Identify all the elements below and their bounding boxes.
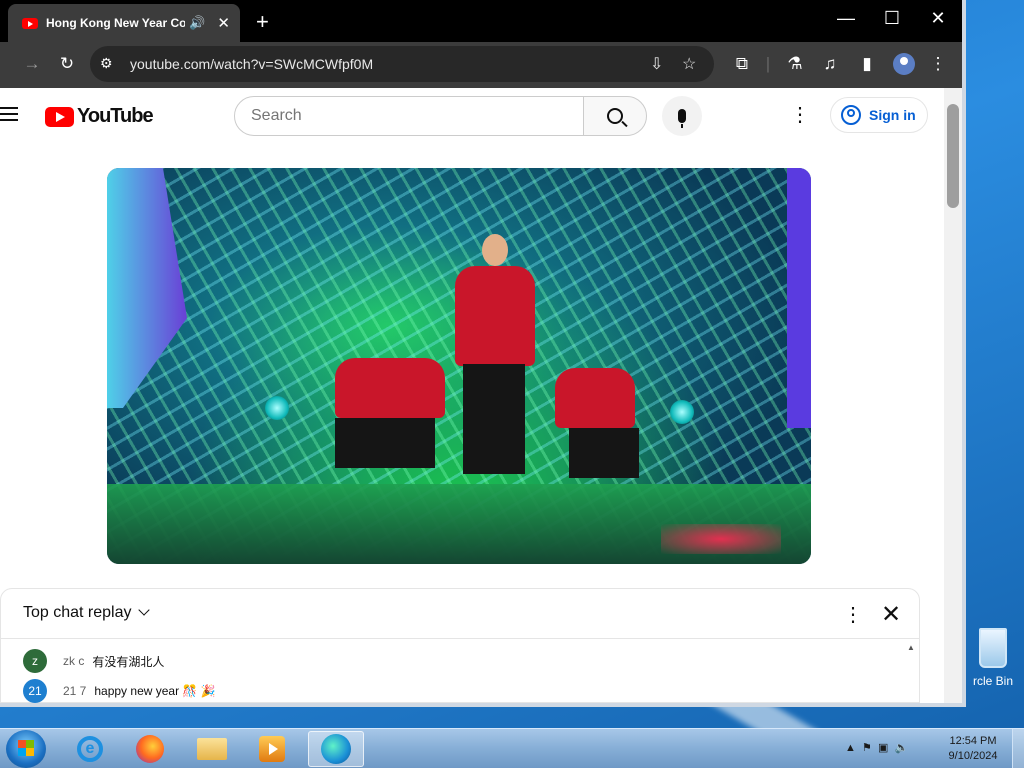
account-icon <box>841 105 861 125</box>
chat-header: Top chat replay ⋮ ✕ <box>1 589 919 639</box>
live-chat-panel: Top chat replay ⋮ ✕ ▲ z zk c 有没有湖北人 21 2… <box>0 588 920 703</box>
extensions-icon[interactable]: ⧉ <box>730 54 754 74</box>
clock-date: 9/10/2024 <box>948 750 998 762</box>
maximize-button[interactable]: ☐ <box>872 8 912 29</box>
labs-flask-icon[interactable]: ⚗ <box>783 54 807 74</box>
reload-button[interactable]: ↻ <box>55 54 79 74</box>
taskbar-clock[interactable]: 12:54 PM 9/10/2024 <box>942 734 1004 764</box>
recycle-bin-icon[interactable] <box>979 628 1007 668</box>
chat-message: z zk c 有没有湖北人 <box>23 649 164 673</box>
tab-youtube[interactable]: Hong Kong New Year Cour 🔊 ✕ <box>8 4 240 42</box>
new-tab-button[interactable]: + <box>256 9 269 35</box>
media-control-icon[interactable]: ♫ <box>818 54 842 74</box>
action-center-flag-icon[interactable]: ⚑ <box>862 742 872 754</box>
browser-window: Hong Kong New Year Cour 🔊 ✕ + — ☐ ✕ → ↻ … <box>0 0 966 707</box>
chat-scroll-up-icon[interactable]: ▲ <box>907 643 915 652</box>
taskbar-media-player[interactable] <box>244 731 300 767</box>
browser-toolbar: → ↻ ⚙ youtube.com/watch?v=SWcMCWfpf0M ⇩ … <box>0 42 962 88</box>
search-input[interactable] <box>234 96 584 136</box>
tab-title: Hong Kong New Year Cour <box>46 16 186 30</box>
browser-menu-icon[interactable]: ⋮ <box>926 54 950 74</box>
toolbar-divider: | <box>765 54 771 73</box>
sign-in-button[interactable]: Sign in <box>830 97 928 133</box>
chat-mode-label: Top chat replay <box>23 604 132 621</box>
sign-in-label: Sign in <box>869 107 916 123</box>
chat-avatar: z <box>23 649 47 673</box>
guide-menu-icon[interactable] <box>0 107 18 121</box>
search-button[interactable] <box>583 96 647 136</box>
recycle-bin-label: rcle Bin <box>972 674 1013 688</box>
dancer-left-legs <box>335 418 435 468</box>
search-icon <box>607 108 623 124</box>
chat-mode-dropdown[interactable]: Top chat replay <box>23 604 150 622</box>
profile-avatar-icon[interactable] <box>893 53 915 75</box>
settings-menu-icon[interactable]: ⋮ <box>790 102 810 127</box>
chat-message: 21 21 7 happy new year 🎊 🎉 <box>23 679 216 703</box>
chat-author: zk c <box>63 654 85 668</box>
clock-time: 12:54 PM <box>949 735 997 747</box>
voice-search-button[interactable] <box>662 96 702 136</box>
close-chat-icon[interactable]: ✕ <box>881 600 901 629</box>
chevron-down-icon <box>137 604 150 616</box>
bookmark-star-icon[interactable]: ☆ <box>682 54 696 74</box>
video-stage-panel-right <box>787 168 811 428</box>
youtube-masthead: YouTube ⋮ Sign in <box>0 88 944 144</box>
internet-explorer-icon: e <box>77 736 103 762</box>
dancer-right <box>555 368 635 428</box>
performer-center <box>455 266 535 366</box>
start-button[interactable] <box>6 730 46 768</box>
address-bar[interactable]: ⚙ youtube.com/watch?v=SWcMCWfpf0M ⇩ ☆ <box>90 46 714 82</box>
taskbar: e ▲ ⚑ ▣ 🔈 12:54 PM 9/10/2024 <box>0 728 1024 768</box>
taskbar-internet-explorer[interactable]: e <box>62 731 118 767</box>
side-panel-icon[interactable]: ▮ <box>855 54 879 74</box>
edge-icon <box>321 734 351 764</box>
video-red-glow <box>661 524 781 554</box>
show-desktop-button[interactable] <box>1012 729 1024 768</box>
microphone-icon <box>678 109 686 128</box>
video-player[interactable] <box>107 168 811 564</box>
chat-author: 21 7 <box>63 684 87 698</box>
volume-muted-icon[interactable]: 🔈 <box>895 742 909 754</box>
dancer-left <box>335 358 445 418</box>
youtube-page: YouTube ⋮ Sign in <box>0 88 944 703</box>
youtube-logo[interactable]: YouTube <box>45 105 154 128</box>
media-player-icon <box>259 736 285 762</box>
network-icon[interactable]: ▣ <box>878 742 888 754</box>
youtube-play-logo-icon <box>45 106 74 127</box>
chat-text: 有没有湖北人 <box>92 654 165 669</box>
site-info-icon[interactable]: ⚙ <box>100 55 113 72</box>
stage-light <box>265 396 289 420</box>
minimize-button[interactable]: — <box>826 8 866 29</box>
youtube-logo-text: YouTube <box>77 105 154 127</box>
show-hidden-icons-icon[interactable]: ▲ <box>845 742 856 754</box>
performer-legs <box>463 364 525 474</box>
system-tray[interactable]: ▲ ⚑ ▣ 🔈 <box>845 741 908 754</box>
youtube-favicon-icon <box>22 17 38 29</box>
firefox-icon <box>136 735 164 763</box>
install-app-icon[interactable]: ⇩ <box>650 54 663 74</box>
url-text[interactable]: youtube.com/watch?v=SWcMCWfpf0M <box>130 56 373 72</box>
speaker-icon[interactable]: 🔊 <box>189 15 205 31</box>
forward-button[interactable]: → <box>20 54 44 74</box>
scrollbar-thumb[interactable] <box>947 104 959 208</box>
page-scrollbar[interactable] <box>944 88 962 703</box>
performer-head <box>482 234 508 266</box>
recycle-bin[interactable]: rcle Bin <box>962 628 1024 688</box>
dancer-right-legs <box>569 428 639 478</box>
chat-avatar: 21 <box>23 679 47 703</box>
chat-text: happy new year 🎊 🎉 <box>94 684 216 698</box>
taskbar-edge[interactable] <box>308 731 364 767</box>
tab-strip: Hong Kong New Year Cour 🔊 ✕ + — ☐ ✕ <box>0 0 962 42</box>
close-window-button[interactable]: ✕ <box>918 8 958 29</box>
chat-more-options-icon[interactable]: ⋮ <box>843 602 863 627</box>
folder-icon <box>197 738 227 760</box>
stage-light <box>670 400 694 424</box>
taskbar-firefox[interactable] <box>122 731 178 767</box>
taskbar-file-explorer[interactable] <box>184 731 240 767</box>
tab-close-icon[interactable]: ✕ <box>217 14 230 32</box>
